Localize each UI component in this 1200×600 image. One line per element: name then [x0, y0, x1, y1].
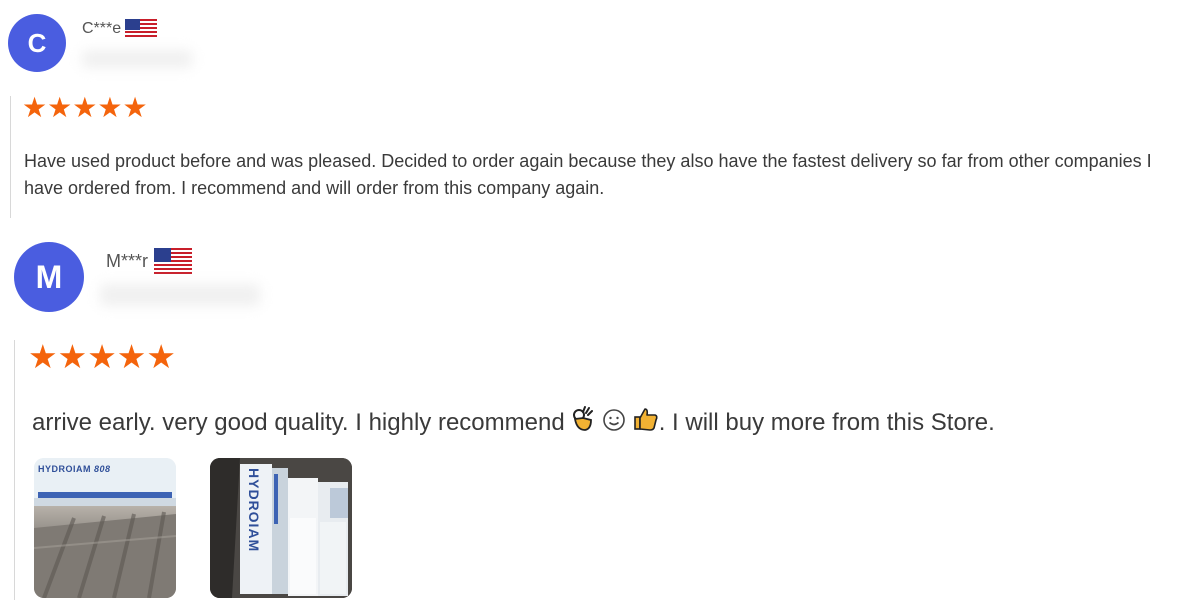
star-rating: ★ ★ ★ ★ ★: [22, 94, 148, 122]
star-icon: ★: [57, 338, 88, 375]
review-text: arrive early. very good quality. I highl…: [32, 406, 1182, 440]
star-icon: ★: [87, 338, 117, 375]
star-icon: ★: [97, 92, 123, 123]
avatar: M: [14, 242, 84, 312]
review-divider: [14, 340, 15, 600]
avatar-letter: M: [35, 258, 63, 295]
us-flag-icon: [125, 19, 158, 39]
star-icon: ★: [116, 338, 147, 375]
review-photo[interactable]: HYDROIAM 808: [34, 458, 176, 598]
review-text: Have used product before and was pleased…: [24, 151, 1152, 198]
review-date: [82, 50, 192, 68]
smiley-icon: [602, 408, 626, 440]
us-flag-icon: [154, 248, 193, 274]
reviewer-name: C***e: [82, 18, 158, 40]
star-icon: ★: [47, 92, 73, 123]
star-icon: ★: [122, 92, 148, 123]
thumbs-up-icon: [633, 406, 659, 440]
reviewer-name: M***r: [106, 248, 193, 274]
star-icon: ★: [146, 338, 176, 375]
star-icon: ★: [72, 92, 98, 123]
ok-hand-icon: [571, 406, 595, 440]
avatar-letter: C: [27, 27, 47, 58]
photo-caption: HYDROIAM: [246, 468, 262, 553]
photo-caption: HYDROIAM 808: [38, 464, 111, 474]
review-photo[interactable]: HYDROIAM: [210, 458, 352, 598]
star-rating: ★ ★ ★ ★ ★: [28, 340, 176, 374]
avatar: C: [8, 14, 66, 72]
reviews-page: C C***e ★ ★ ★ ★ ★ Have used product befo…: [0, 0, 1200, 600]
review-date: [100, 284, 260, 306]
star-icon: ★: [22, 92, 48, 123]
star-icon: ★: [28, 338, 58, 375]
review-divider: [10, 96, 11, 218]
